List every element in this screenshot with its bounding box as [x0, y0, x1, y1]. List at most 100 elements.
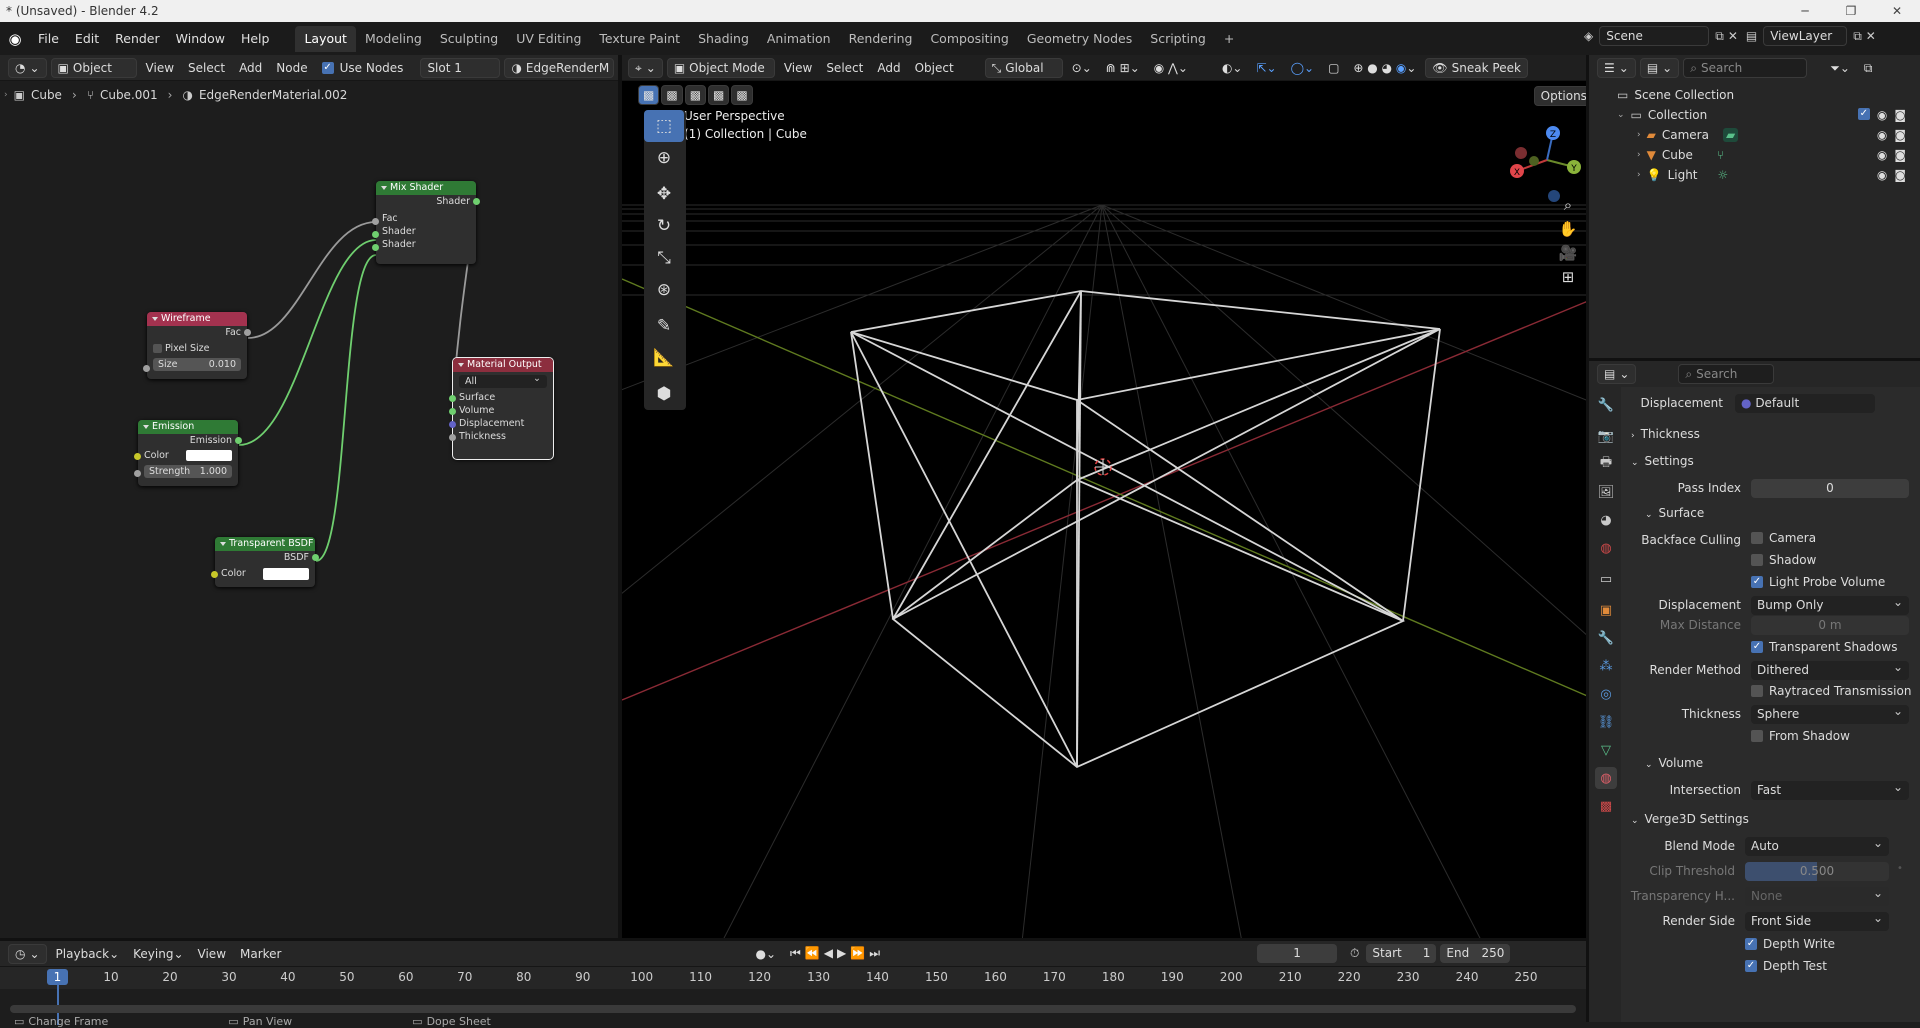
light-data-icon[interactable]: ☼	[1718, 168, 1729, 182]
depth-test-toggle[interactable]: ✓ Depth Test	[1745, 959, 1827, 973]
menu-window[interactable]: Window	[168, 22, 233, 55]
filter-icon[interactable]: ⏷⌄	[1823, 61, 1857, 76]
color-input-socket[interactable]	[134, 453, 141, 460]
size-field[interactable]: Size 0.010	[153, 358, 241, 371]
eye-icon[interactable]: ◉	[1877, 168, 1887, 182]
playhead-frame-label[interactable]: 1	[47, 969, 68, 985]
add-cube-tool-icon[interactable]: ⬢	[644, 378, 684, 410]
delete-viewlayer-icon[interactable]: ✕	[1866, 29, 1876, 43]
from-shadow-toggle[interactable]: From Shadow	[1751, 729, 1850, 743]
tab-uv-editing[interactable]: UV Editing	[507, 26, 590, 52]
node-material-output[interactable]: Material Output All Surface Volume Displ…	[449, 357, 554, 460]
tool-tab-icon[interactable]: 🔧	[1595, 394, 1617, 416]
tab-rendering[interactable]: Rendering	[840, 26, 922, 52]
neg-x-ball-icon[interactable]	[1515, 147, 1527, 159]
world-tab-icon[interactable]: ◍	[1595, 537, 1617, 559]
render-side-select[interactable]: Front Side	[1745, 909, 1889, 931]
shader-input-socket[interactable]	[372, 244, 379, 251]
keyframe-dot-icon[interactable]: •	[1897, 863, 1903, 874]
volume-panel-header[interactable]: ⌄ Volume	[1645, 756, 1703, 770]
texture-tab-icon[interactable]: ▩	[1595, 795, 1617, 817]
shadow-culling-toggle[interactable]: Shadow	[1751, 553, 1816, 567]
tab-geometry-nodes[interactable]: Geometry Nodes	[1018, 26, 1141, 52]
select-box-icon[interactable]: ⬚	[644, 110, 684, 142]
tab-animation[interactable]: Animation	[758, 26, 840, 52]
data-tab-icon[interactable]: ▽	[1595, 739, 1617, 761]
outliner-item-camera[interactable]: › ▰ Camera ▰ ◉ ◙	[1589, 125, 1920, 145]
use-preview-range-icon[interactable]: ⏱	[1343, 946, 1366, 961]
camera-render-icon[interactable]: ◙	[1894, 128, 1906, 142]
perspective-grid-icon[interactable]: ⊞	[1556, 265, 1580, 289]
pan-hand-icon[interactable]: ✋	[1556, 217, 1580, 241]
scene-selector[interactable]: Scene	[1599, 26, 1710, 46]
size-input-socket[interactable]	[143, 365, 150, 372]
color-swatch[interactable]	[263, 567, 309, 580]
color-swatch[interactable]	[186, 450, 232, 461]
node-header[interactable]: Transparent BSDF	[215, 537, 315, 551]
collection-row[interactable]: ⌄ ▭ Collection ✓ ◉ ◙	[1589, 105, 1920, 125]
new-viewlayer-icon[interactable]: ⧉	[1853, 29, 1862, 44]
menu-marker[interactable]: Marker	[233, 947, 288, 961]
transform-tool-icon[interactable]: ⊛	[644, 274, 684, 306]
viewport-canvas[interactable]	[622, 55, 1622, 942]
verge3d-panel-header[interactable]: ⌄ Verge3D Settings	[1631, 812, 1749, 826]
zoom-icon[interactable]: ⌕	[1556, 193, 1580, 217]
thickness-input-socket[interactable]	[449, 434, 456, 441]
tab-shading[interactable]: Shading	[689, 26, 758, 52]
eye-icon[interactable]: ◉	[1877, 128, 1887, 142]
bsdf-output-socket[interactable]	[312, 554, 319, 561]
view-layer-tab-icon[interactable]: 🖼	[1595, 481, 1617, 503]
max-distance-field[interactable]: 0 m	[1751, 616, 1909, 635]
depth-write-checkbox[interactable]: ✓	[1745, 938, 1757, 950]
close-button[interactable]: ✕	[1874, 0, 1920, 22]
outliner-item-light[interactable]: › 💡 Light ☼ ◉ ◙	[1589, 165, 1920, 185]
transparent-shadows-checkbox[interactable]: ✓	[1751, 641, 1763, 653]
surface-input-socket[interactable]	[449, 395, 456, 402]
thickness-select[interactable]: Sphere	[1751, 702, 1909, 724]
menu-edit[interactable]: Edit	[67, 22, 107, 55]
expand-arrow-icon[interactable]: ›	[1637, 130, 1641, 140]
move-tool-icon[interactable]: ✥	[644, 178, 684, 210]
editor-type-button[interactable]: ☰ ⌄	[1597, 58, 1636, 78]
node-transparent-bsdf[interactable]: Transparent BSDF BSDF Color	[211, 537, 319, 587]
collapse-arrow-icon[interactable]: ⌄	[1617, 110, 1625, 120]
tab-sculpting[interactable]: Sculpting	[431, 26, 507, 52]
surface-panel-header[interactable]: ⌄ Surface	[1645, 506, 1704, 520]
exclude-checkbox[interactable]: ✓	[1857, 108, 1870, 120]
camera-view-icon[interactable]: 🎥	[1556, 241, 1580, 265]
annotate-tool-icon[interactable]: ✎	[644, 310, 684, 342]
mesh-data-icon[interactable]: ⑂	[1717, 148, 1724, 162]
rotate-tool-icon[interactable]: ↻	[644, 210, 684, 242]
displacement-top-field[interactable]: ● Default	[1735, 394, 1875, 413]
shader-input-socket[interactable]	[372, 231, 379, 238]
render-tab-icon[interactable]: 📷	[1595, 425, 1617, 447]
play-reverse-icon[interactable]: ◀	[824, 946, 837, 960]
expand-arrow-icon[interactable]: ›	[1637, 150, 1641, 160]
menu-keying[interactable]: Keying⌄	[126, 947, 190, 961]
pass-index-field[interactable]: 0	[1751, 479, 1909, 498]
tab-scripting[interactable]: Scripting	[1141, 26, 1215, 52]
camera-data-icon[interactable]: ▰	[1722, 128, 1739, 142]
constraints-tab-icon[interactable]: ⛓	[1595, 711, 1617, 733]
expand-arrow-icon[interactable]: ›	[1637, 170, 1641, 180]
menu-file[interactable]: File	[30, 22, 67, 55]
shadow-culling-checkbox[interactable]	[1751, 554, 1763, 566]
tab-modeling[interactable]: Modeling	[356, 26, 431, 52]
depth-test-checkbox[interactable]: ✓	[1745, 960, 1757, 972]
tab-layout[interactable]: Layout	[295, 26, 356, 52]
menu-render[interactable]: Render	[107, 22, 168, 55]
eye-icon[interactable]: ◉	[1877, 148, 1887, 162]
blend-mode-select[interactable]: Auto	[1745, 834, 1889, 856]
outliner-search-input[interactable]: ⌕ Search	[1683, 58, 1808, 78]
material-tab-icon[interactable]: ◍	[1595, 767, 1617, 789]
next-keyframe-icon[interactable]: ⏩	[850, 946, 869, 960]
menu-help[interactable]: Help	[233, 22, 278, 55]
camera-render-icon[interactable]: ◙	[1894, 108, 1906, 122]
strength-field[interactable]: Strength 1.000	[144, 465, 232, 478]
editor-type-button[interactable]: ▤ ⌄	[1597, 364, 1637, 384]
node-header[interactable]: Material Output	[453, 358, 553, 372]
end-frame-field[interactable]: End 250	[1440, 944, 1511, 963]
fac-input-socket[interactable]	[372, 218, 379, 225]
editor-type-button[interactable]: ◷ ⌄	[8, 943, 47, 964]
tab-compositing[interactable]: Compositing	[921, 26, 1017, 52]
